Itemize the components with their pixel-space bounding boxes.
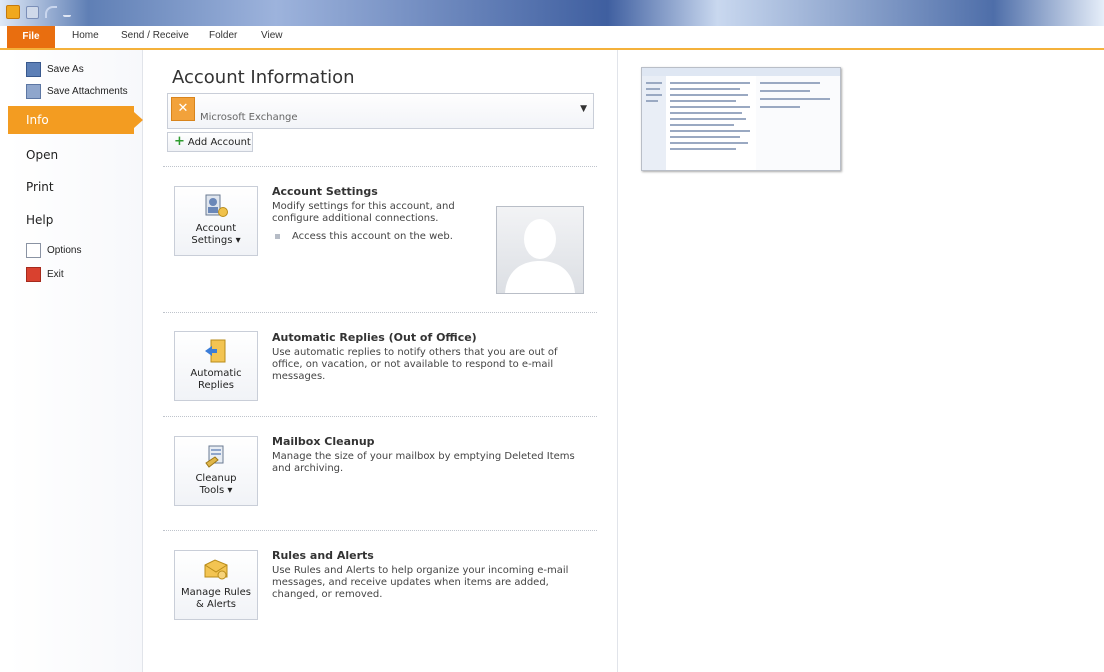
account-settings-button[interactable]: Account Settings ▾ [174, 186, 258, 256]
nav-print[interactable]: Print [26, 180, 54, 194]
nav-options[interactable]: Options [26, 243, 81, 258]
manage-rules-alerts-button[interactable]: Manage Rules & Alerts [174, 550, 258, 620]
nav-exit[interactable]: Exit [26, 267, 64, 282]
tab-send-receive[interactable]: Send / Receive [121, 30, 189, 41]
quick-access-toolbar [6, 5, 71, 19]
divider [163, 166, 597, 167]
tab-folder[interactable]: Folder [209, 30, 237, 41]
rules-alerts-heading: Rules and Alerts [272, 549, 374, 562]
automatic-replies-description: Use automatic replies to notify others t… [272, 347, 558, 382]
account-settings-label: Account Settings ▾ [191, 223, 241, 246]
account-settings-heading: Account Settings [272, 185, 378, 198]
person-placeholder-icon [505, 219, 575, 293]
divider [163, 312, 597, 313]
bullet-icon [275, 234, 280, 239]
exchange-icon: ✕ [171, 97, 195, 121]
nav-save-attachments[interactable]: Save Attachments [26, 84, 128, 99]
nav-options-label: Options [47, 245, 82, 256]
info-panel: Account Information ✕ Microsoft Exchange… [143, 50, 618, 672]
add-account-label: Add Account [187, 136, 251, 148]
account-picture[interactable] [496, 206, 584, 294]
tab-file[interactable]: File [7, 26, 55, 48]
save-as-icon [26, 62, 41, 77]
divider [163, 416, 597, 417]
access-web-label: Access this account on the web. [292, 231, 453, 242]
account-name: Microsoft Exchange [200, 112, 298, 123]
tab-view[interactable]: View [261, 30, 283, 41]
page-title: Account Information [172, 67, 355, 88]
nav-open[interactable]: Open [26, 148, 58, 162]
title-bar [0, 0, 1104, 26]
tab-home[interactable]: Home [72, 30, 99, 41]
cleanup-tools-icon [205, 445, 224, 468]
nav-info[interactable]: Info [8, 106, 143, 134]
manage-rules-alerts-label: Manage Rules & Alerts [181, 587, 251, 610]
nav-help[interactable]: Help [26, 213, 53, 227]
options-icon [26, 243, 41, 258]
automatic-replies-label: Automatic Replies [190, 368, 242, 391]
nav-save-attachments-label: Save Attachments [47, 86, 128, 97]
save-attachments-icon [26, 84, 41, 99]
mailbox-cleanup-description: Manage the size of your mailbox by empty… [272, 451, 575, 474]
ribbon-tabs: File Home Send / Receive Folder View [0, 26, 1104, 50]
qat-dropdown-icon[interactable] [63, 7, 71, 17]
outlook-icon[interactable] [6, 5, 20, 19]
mailbox-cleanup-heading: Mailbox Cleanup [272, 435, 375, 448]
nav-exit-label: Exit [47, 269, 64, 280]
account-selector[interactable]: ✕ Microsoft Exchange ▼ [167, 93, 594, 129]
automatic-replies-icon [205, 339, 226, 363]
nav-save-as[interactable]: Save As [26, 62, 84, 77]
save-icon[interactable] [26, 5, 39, 19]
account-settings-icon [205, 194, 228, 217]
mailbox-preview-thumbnail [641, 67, 841, 171]
divider [163, 530, 597, 531]
chevron-down-icon[interactable]: ▼ [580, 104, 587, 114]
account-settings-description: Modify settings for this account, and co… [272, 201, 455, 224]
backstage-nav: Save As Save Attachments Open Print Help… [8, 50, 143, 672]
nav-save-as-label: Save As [47, 64, 84, 75]
exit-icon [26, 267, 41, 282]
cleanup-tools-label: Cleanup Tools ▾ [195, 473, 237, 496]
automatic-replies-button[interactable]: Automatic Replies [174, 331, 258, 401]
cleanup-tools-button[interactable]: Cleanup Tools ▾ [174, 436, 258, 506]
undo-icon[interactable] [45, 6, 57, 18]
automatic-replies-heading: Automatic Replies (Out of Office) [272, 331, 477, 344]
access-web-item[interactable]: Access this account on the web. [275, 231, 453, 242]
rules-alerts-icon [204, 559, 228, 580]
rules-alerts-description: Use Rules and Alerts to help organize yo… [272, 565, 569, 600]
plus-icon: + [174, 134, 185, 149]
add-account-button[interactable]: + Add Account [167, 132, 253, 152]
